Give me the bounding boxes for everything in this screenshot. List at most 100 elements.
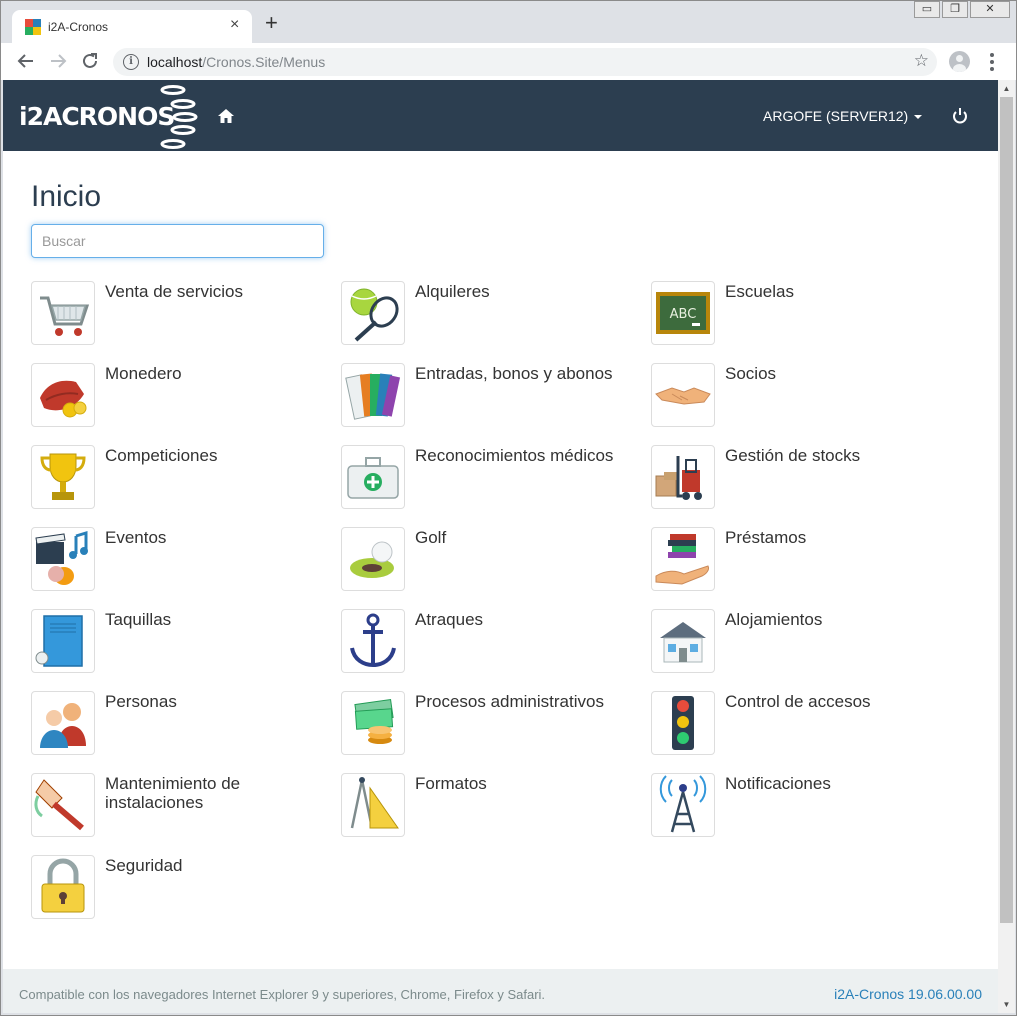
tab-title: i2A-Cronos — [48, 20, 109, 34]
menu-item-label: Formatos — [415, 774, 487, 793]
search-input[interactable] — [31, 224, 324, 258]
compat-text: Compatible con los navegadores Internet … — [19, 987, 546, 1002]
menu-item-label: Notificaciones — [725, 774, 831, 793]
menu-item-label: Competiciones — [105, 446, 218, 465]
menu-item[interactable]: Golf — [341, 527, 641, 593]
profile-avatar-icon[interactable] — [949, 51, 970, 72]
menu-item[interactable]: Venta de servicios — [31, 281, 331, 347]
logo-rings-icon — [160, 85, 198, 149]
user-label: ARGOFE (SERVER12) — [763, 108, 909, 124]
menu-item[interactable]: Reconocimientos médicos — [341, 445, 641, 511]
menu-item[interactable]: Competiciones — [31, 445, 331, 511]
golf-icon — [341, 527, 405, 591]
menu-item-label: Taquillas — [105, 610, 172, 629]
menu-item-label: Alojamientos — [725, 610, 823, 629]
favicon-icon — [25, 19, 41, 35]
money-icon — [341, 691, 405, 755]
menu-item-label: Procesos administrativos — [415, 692, 604, 711]
menu-item-label: Monedero — [105, 364, 182, 383]
close-window-button[interactable]: ✕ — [970, 1, 1010, 18]
new-tab-icon[interactable]: + — [265, 12, 278, 34]
power-icon[interactable] — [951, 107, 969, 125]
page-footer: Compatible con los navegadores Internet … — [3, 969, 998, 1013]
user-dropdown[interactable]: ARGOFE (SERVER12) — [763, 108, 923, 124]
scroll-thumb[interactable] — [1000, 97, 1013, 923]
menu-item[interactable]: Socios — [651, 363, 951, 429]
bookmark-star-icon[interactable]: ☆ — [914, 51, 929, 71]
menu-item-label: Control de accesos — [725, 692, 871, 711]
clapperboard-icon — [31, 527, 95, 591]
url-text: localhost/Cronos.Site/Menus — [147, 54, 325, 70]
scroll-down-icon[interactable]: ▼ — [998, 996, 1015, 1013]
svg-text:ABC: ABC — [670, 307, 697, 322]
paintbrush-icon — [31, 773, 95, 837]
reload-icon[interactable] — [81, 52, 101, 72]
page-viewport: i2ACRONOS ARGOFE (SERVER12) Inicio Venta… — [3, 80, 998, 1013]
menu-item-label: Socios — [725, 364, 777, 383]
menu-item[interactable]: Mantenimiento de instalaciones — [31, 773, 331, 839]
menu-item[interactable]: Alquileres — [341, 281, 641, 347]
menu-item[interactable]: Alojamientos — [651, 609, 951, 675]
address-bar[interactable]: i localhost/Cronos.Site/Menus ☆ — [113, 48, 937, 76]
antenna-icon — [651, 773, 715, 837]
menu-item-label: Personas — [105, 692, 177, 711]
scrollbar[interactable]: ▲ ▼ — [998, 80, 1015, 1013]
menu-item-label: Entradas, bonos y abonos — [415, 364, 613, 383]
forward-icon[interactable] — [49, 52, 69, 72]
menu-item-label: Alquileres — [415, 282, 490, 301]
menu-item-label: Eventos — [105, 528, 167, 547]
close-tab-icon[interactable]: × — [230, 16, 239, 34]
menu-item[interactable]: Control de accesos — [651, 691, 951, 757]
url-path: /Cronos.Site/Menus — [202, 54, 326, 70]
menu-item[interactable]: Taquillas — [31, 609, 331, 675]
books-hand-icon — [651, 527, 715, 591]
handshake-icon — [651, 363, 715, 427]
traffic-light-icon — [651, 691, 715, 755]
browser-menu-icon[interactable] — [987, 52, 997, 72]
site-info-icon[interactable]: i — [123, 54, 139, 70]
restore-icon: ❐ — [950, 3, 960, 15]
shopping-cart-icon — [31, 281, 95, 345]
app-logo[interactable]: i2ACRONOS — [19, 102, 175, 131]
menu-item[interactable]: Notificaciones — [651, 773, 951, 839]
menu-item[interactable]: Eventos — [31, 527, 331, 593]
browser-tab[interactable]: i2A-Cronos × — [12, 10, 252, 43]
menu-item[interactable]: Préstamos — [651, 527, 951, 593]
home-icon[interactable] — [217, 107, 235, 125]
menu-item[interactable]: Personas — [31, 691, 331, 757]
locker-icon — [31, 609, 95, 673]
house-icon — [651, 609, 715, 673]
menu-item-label: Atraques — [415, 610, 484, 629]
restore-button[interactable]: ❐ — [942, 1, 968, 18]
menu-item[interactable]: Monedero — [31, 363, 331, 429]
menu-item-label: Gestión de stocks — [725, 446, 861, 465]
tennis-icon — [341, 281, 405, 345]
page-title: Inicio — [31, 180, 102, 213]
app-navbar: i2ACRONOS ARGOFE (SERVER12) — [3, 80, 998, 151]
scroll-up-icon[interactable]: ▲ — [998, 80, 1015, 97]
chalkboard-icon: ABC — [651, 281, 715, 345]
menu-item[interactable]: Procesos administrativos — [341, 691, 641, 757]
menu-item-label: Venta de servicios — [105, 282, 243, 301]
menu-item-label: Seguridad — [105, 856, 183, 875]
forklift-icon — [651, 445, 715, 509]
menu-item[interactable]: Atraques — [341, 609, 641, 675]
menu-item-label: Golf — [415, 528, 447, 547]
window-controls: ▭ ❐ ✕ — [912, 1, 1010, 19]
menu-item[interactable]: ABC Escuelas — [651, 281, 951, 347]
menu-item[interactable]: Formatos — [341, 773, 641, 839]
caret-down-icon — [914, 115, 923, 120]
close-icon: ✕ — [985, 3, 995, 15]
people-icon — [31, 691, 95, 755]
version-link[interactable]: i2A-Cronos 19.06.00.00 — [834, 986, 982, 1002]
ruler-compass-icon — [341, 773, 405, 837]
back-icon[interactable] — [17, 52, 37, 72]
trophy-icon — [31, 445, 95, 509]
url-host: localhost — [147, 54, 203, 70]
menu-item[interactable]: Seguridad — [31, 855, 331, 921]
anchor-icon — [341, 609, 405, 673]
minimize-button[interactable]: ▭ — [914, 1, 940, 18]
menu-item[interactable]: Entradas, bonos y abonos — [341, 363, 641, 429]
browser-titlebar: i2A-Cronos × + ▭ ❐ ✕ — [1, 1, 1016, 43]
menu-item[interactable]: Gestión de stocks — [651, 445, 951, 511]
